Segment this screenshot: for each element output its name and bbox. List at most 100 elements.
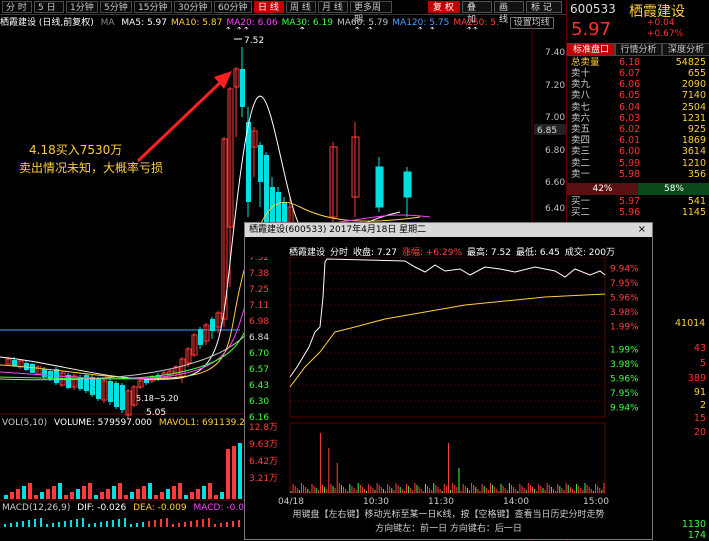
ask-row-2: 卖八 6.05 7140 bbox=[567, 90, 709, 101]
time-label: 14:00 bbox=[503, 497, 529, 507]
timeframe-1[interactable]: 5 日 bbox=[34, 1, 64, 13]
restore-button[interactable]: 复 权 bbox=[428, 1, 460, 13]
pct-label: 9.94% bbox=[610, 265, 639, 275]
close-icon[interactable]: × bbox=[638, 223, 646, 237]
buy-ratio: 58% bbox=[638, 183, 709, 195]
volume-bar bbox=[34, 495, 38, 499]
time-label: 04/18 bbox=[278, 497, 304, 507]
overlay-button[interactable]: 叠 加 bbox=[462, 1, 492, 25]
timeframe-10[interactable]: 更多周期 bbox=[350, 1, 392, 25]
pct-label: 7.95% bbox=[610, 279, 639, 289]
ask-row-8-pr: 5.99 bbox=[619, 157, 641, 169]
timeframe-0[interactable]: 分 时 bbox=[2, 1, 32, 13]
volume-bar bbox=[70, 492, 74, 499]
volume-bar bbox=[220, 492, 224, 499]
bid-row-1-lab: 买二 bbox=[571, 207, 591, 219]
macd-bar bbox=[160, 519, 162, 527]
candle-body bbox=[210, 319, 215, 331]
volume-legend: VOL(5,10) VOLUME: 579597.000 MAVOL1: 691… bbox=[2, 418, 256, 428]
volume-bar bbox=[82, 486, 86, 499]
speedy-button[interactable]: 标 记 bbox=[526, 1, 562, 13]
intraday-popup[interactable]: 栖霞建设(600533) 2017年4月18日 星期二 × 栖霞建设 分时 收盘: … bbox=[244, 222, 653, 540]
timeframe-9[interactable]: 月 线 bbox=[318, 1, 348, 13]
ask-row-0-lab: 卖十 bbox=[571, 68, 591, 79]
macd-bar bbox=[88, 524, 90, 527]
ask-row-8: 卖二 5.99 1210 bbox=[567, 158, 709, 169]
price-label: 6.16 bbox=[249, 413, 269, 423]
candle-body bbox=[198, 329, 203, 345]
macd-bar bbox=[214, 524, 216, 527]
dea-value: DEA: -0.009 bbox=[133, 503, 187, 513]
draw-button[interactable]: 画 线 bbox=[494, 1, 524, 25]
ask-row-6-pr: 6.01 bbox=[619, 135, 641, 147]
ask-row-3: 卖七 6.04 2504 bbox=[567, 102, 709, 113]
candle-body bbox=[120, 385, 125, 410]
candle-body bbox=[375, 166, 384, 208]
price-axis-label: 7.20 bbox=[545, 81, 565, 91]
macd-bar bbox=[58, 522, 60, 527]
macd-bar bbox=[238, 520, 240, 527]
star-marker: * bbox=[355, 27, 360, 35]
candle-body bbox=[12, 360, 17, 366]
current-price: 5.97 bbox=[571, 19, 612, 40]
quote-tab-1[interactable]: 行情分析 bbox=[615, 43, 662, 56]
ask-row-8-lab: 卖二 bbox=[571, 157, 591, 169]
volume-bar bbox=[196, 489, 200, 499]
price-axis-label: 6.80 bbox=[545, 146, 565, 156]
macd-bar bbox=[166, 518, 168, 527]
macd-bar bbox=[70, 520, 72, 527]
ask-row-4: 卖六 6.03 1231 bbox=[567, 113, 709, 124]
timeframe-7[interactable]: 日 线 bbox=[254, 1, 284, 13]
timeframe-6[interactable]: 60分钟 bbox=[214, 1, 252, 13]
timeframe-3[interactable]: 5分钟 bbox=[100, 1, 132, 13]
pct-label: 7.95% bbox=[610, 389, 639, 399]
quote-tab-2[interactable]: 深度分析 bbox=[662, 43, 709, 56]
volume-bar bbox=[52, 486, 56, 499]
ask-row-7-vol: 3614 bbox=[681, 146, 706, 158]
macd-bar bbox=[28, 520, 30, 527]
ask-row-1-vol: 2090 bbox=[681, 79, 706, 91]
volume-bar bbox=[136, 489, 140, 499]
timeframe-5[interactable]: 30分钟 bbox=[174, 1, 212, 13]
volume-bar bbox=[4, 495, 8, 499]
volume-bar bbox=[184, 495, 188, 499]
ask-row-1-pr: 6.06 bbox=[619, 79, 641, 91]
pct-label: 1.99% bbox=[610, 323, 639, 333]
timeframe-4[interactable]: 15分钟 bbox=[134, 1, 172, 13]
volume-bar bbox=[160, 492, 164, 499]
ask-row-6-lab: 卖四 bbox=[571, 135, 591, 147]
intraday-chart[interactable]: 7.52 7.38 7.25 7.11 6.98 6.84 6.70 6.57 6.43 6.30… bbox=[245, 257, 652, 507]
pct-label: 1.99% bbox=[610, 345, 639, 355]
star-marker: * bbox=[300, 27, 305, 35]
price-label: 7.25 bbox=[249, 285, 269, 295]
price-label: 6.30 bbox=[249, 397, 269, 407]
ask-row-9-lab: 卖一 bbox=[571, 168, 591, 180]
bid-row-0-pr: 5.97 bbox=[619, 196, 641, 207]
ask-row-5-lab: 卖五 bbox=[571, 124, 591, 135]
star-marker: * bbox=[473, 27, 478, 35]
trade-vol-6: 20 bbox=[693, 427, 706, 438]
volume-bar bbox=[202, 486, 206, 499]
vol-name: VOL(5,10) bbox=[2, 418, 48, 428]
timeframe-toolbar: 分 时5 日 1分钟 5分钟 15分钟 30分钟 60分钟日 线周 线月 线更多周期 复 权… bbox=[0, 0, 566, 25]
macd-bar bbox=[184, 522, 186, 527]
macd-bar bbox=[190, 521, 192, 527]
trade-vol-3: 91 bbox=[693, 387, 706, 398]
volume-bar bbox=[58, 483, 62, 499]
quote-tab-0[interactable]: 标准盘口 bbox=[567, 43, 615, 56]
volume-bar bbox=[106, 489, 110, 499]
price-label: 6.43 bbox=[249, 381, 269, 391]
bid-row-0: 买一 5.97 541 bbox=[567, 196, 709, 207]
timeframe-2[interactable]: 1分钟 bbox=[66, 1, 98, 13]
trade-vol-2: 389 bbox=[687, 373, 706, 384]
annotation-arrow bbox=[136, 77, 226, 163]
popup-titlebar[interactable]: 栖霞建设(600533) 2017年4月18日 星期二 × bbox=[245, 223, 652, 237]
macd-bar bbox=[196, 520, 198, 527]
volume-bar bbox=[10, 492, 14, 499]
volume-bar bbox=[16, 489, 20, 499]
timeframe-8[interactable]: 周 线 bbox=[286, 1, 316, 13]
side-value: 41014 bbox=[675, 318, 706, 329]
price-axis-label: 6.60 bbox=[545, 178, 565, 188]
macd-bar bbox=[172, 524, 174, 527]
macd-bar bbox=[220, 523, 222, 527]
